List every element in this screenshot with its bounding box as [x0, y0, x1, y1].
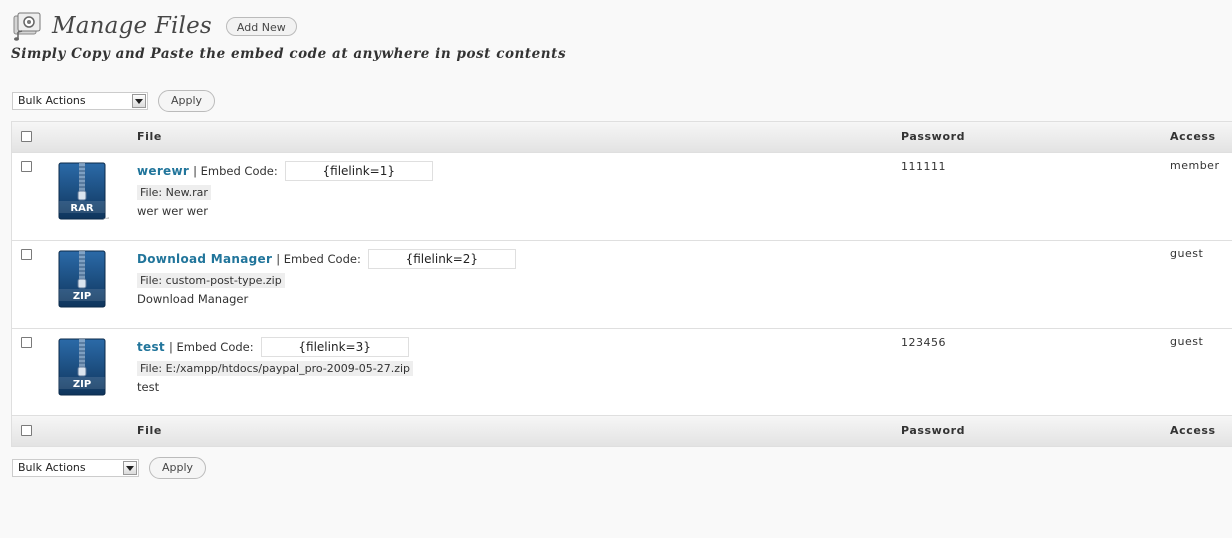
file-password: 123456: [901, 336, 946, 349]
bulk-actions-select-bottom[interactable]: Bulk Actions: [12, 459, 139, 477]
file-path: File: custom-post-type.zip: [137, 273, 285, 288]
bulk-actions-select[interactable]: Bulk Actions: [12, 92, 148, 110]
column-file-footer[interactable]: File: [137, 424, 162, 437]
file-path: File: E:/xampp/htdocs/paypal_pro-2009-05…: [137, 361, 414, 376]
row-checkbox[interactable]: [21, 337, 32, 348]
table-footer: File Password Access: [12, 415, 1232, 446]
embed-code-label: | Embed Code:: [168, 340, 254, 354]
bulk-actions-value: Bulk Actions: [18, 461, 86, 474]
file-access: guest: [1170, 335, 1204, 348]
bulk-actions-top: Bulk Actions Apply: [12, 90, 216, 112]
add-new-button[interactable]: Add New: [225, 16, 297, 36]
file-title-link[interactable]: Download Manager: [137, 252, 272, 266]
file-access: guest: [1170, 247, 1204, 260]
row-checkbox[interactable]: [21, 161, 32, 172]
embed-code-label: | Embed Code:: [193, 164, 278, 178]
file-password: 111111: [901, 160, 946, 173]
file-description: wer wer wer: [137, 204, 208, 218]
files-table: File Password Access RAR werewr | Embed …: [11, 121, 1232, 447]
row-checkbox[interactable]: [21, 249, 32, 260]
file-description: test: [137, 380, 160, 394]
embed-code-label: | Embed Code:: [276, 252, 361, 266]
table-row: RAR werewr | Embed Code: {filelink=1} Fi…: [12, 153, 1232, 241]
table-row: ZIP test | Embed Code: {filelink=3} File…: [12, 329, 1232, 417]
media-library-icon: [13, 12, 41, 41]
chevron-down-icon[interactable]: [132, 94, 146, 108]
file-title-link[interactable]: test: [137, 340, 165, 354]
page-title: Manage Files: [52, 13, 212, 39]
select-all-checkbox[interactable]: [21, 131, 32, 142]
column-password[interactable]: Password: [901, 130, 965, 143]
svg-text:RAR: RAR: [70, 203, 93, 214]
column-password-footer[interactable]: Password: [901, 424, 965, 437]
chevron-down-icon[interactable]: [123, 461, 137, 475]
zip-archive-icon: ZIP: [58, 338, 106, 396]
page-header: Manage Files Add New: [12, 10, 297, 42]
file-path: File: New.rar: [137, 185, 211, 200]
bulk-actions-value: Bulk Actions: [18, 94, 86, 107]
file-title-link[interactable]: werewr: [137, 164, 189, 178]
bulk-actions-bottom: Bulk Actions Apply: [12, 457, 207, 479]
select-all-checkbox-footer[interactable]: [21, 425, 32, 436]
page-subtitle: Simply Copy and Paste the embed code at …: [11, 46, 567, 62]
zip-archive-icon: ZIP: [58, 250, 106, 308]
embed-code-field[interactable]: {filelink=2}: [367, 249, 516, 269]
table-row: ZIP Download Manager | Embed Code: {file…: [12, 241, 1232, 329]
apply-button[interactable]: Apply: [158, 90, 216, 112]
file-description: Download Manager: [137, 292, 249, 306]
table-header: File Password Access: [12, 122, 1232, 153]
file-access: member: [1170, 159, 1220, 172]
embed-code-field[interactable]: {filelink=3}: [260, 337, 409, 357]
svg-text:ZIP: ZIP: [73, 379, 91, 390]
apply-button-bottom[interactable]: Apply: [149, 457, 207, 479]
column-file[interactable]: File: [137, 130, 162, 143]
svg-text:ZIP: ZIP: [73, 291, 91, 302]
column-access[interactable]: Access: [1170, 130, 1216, 143]
rar-archive-icon: RAR: [58, 162, 109, 220]
column-access-footer[interactable]: Access: [1170, 424, 1216, 437]
embed-code-field[interactable]: {filelink=1}: [284, 161, 433, 181]
